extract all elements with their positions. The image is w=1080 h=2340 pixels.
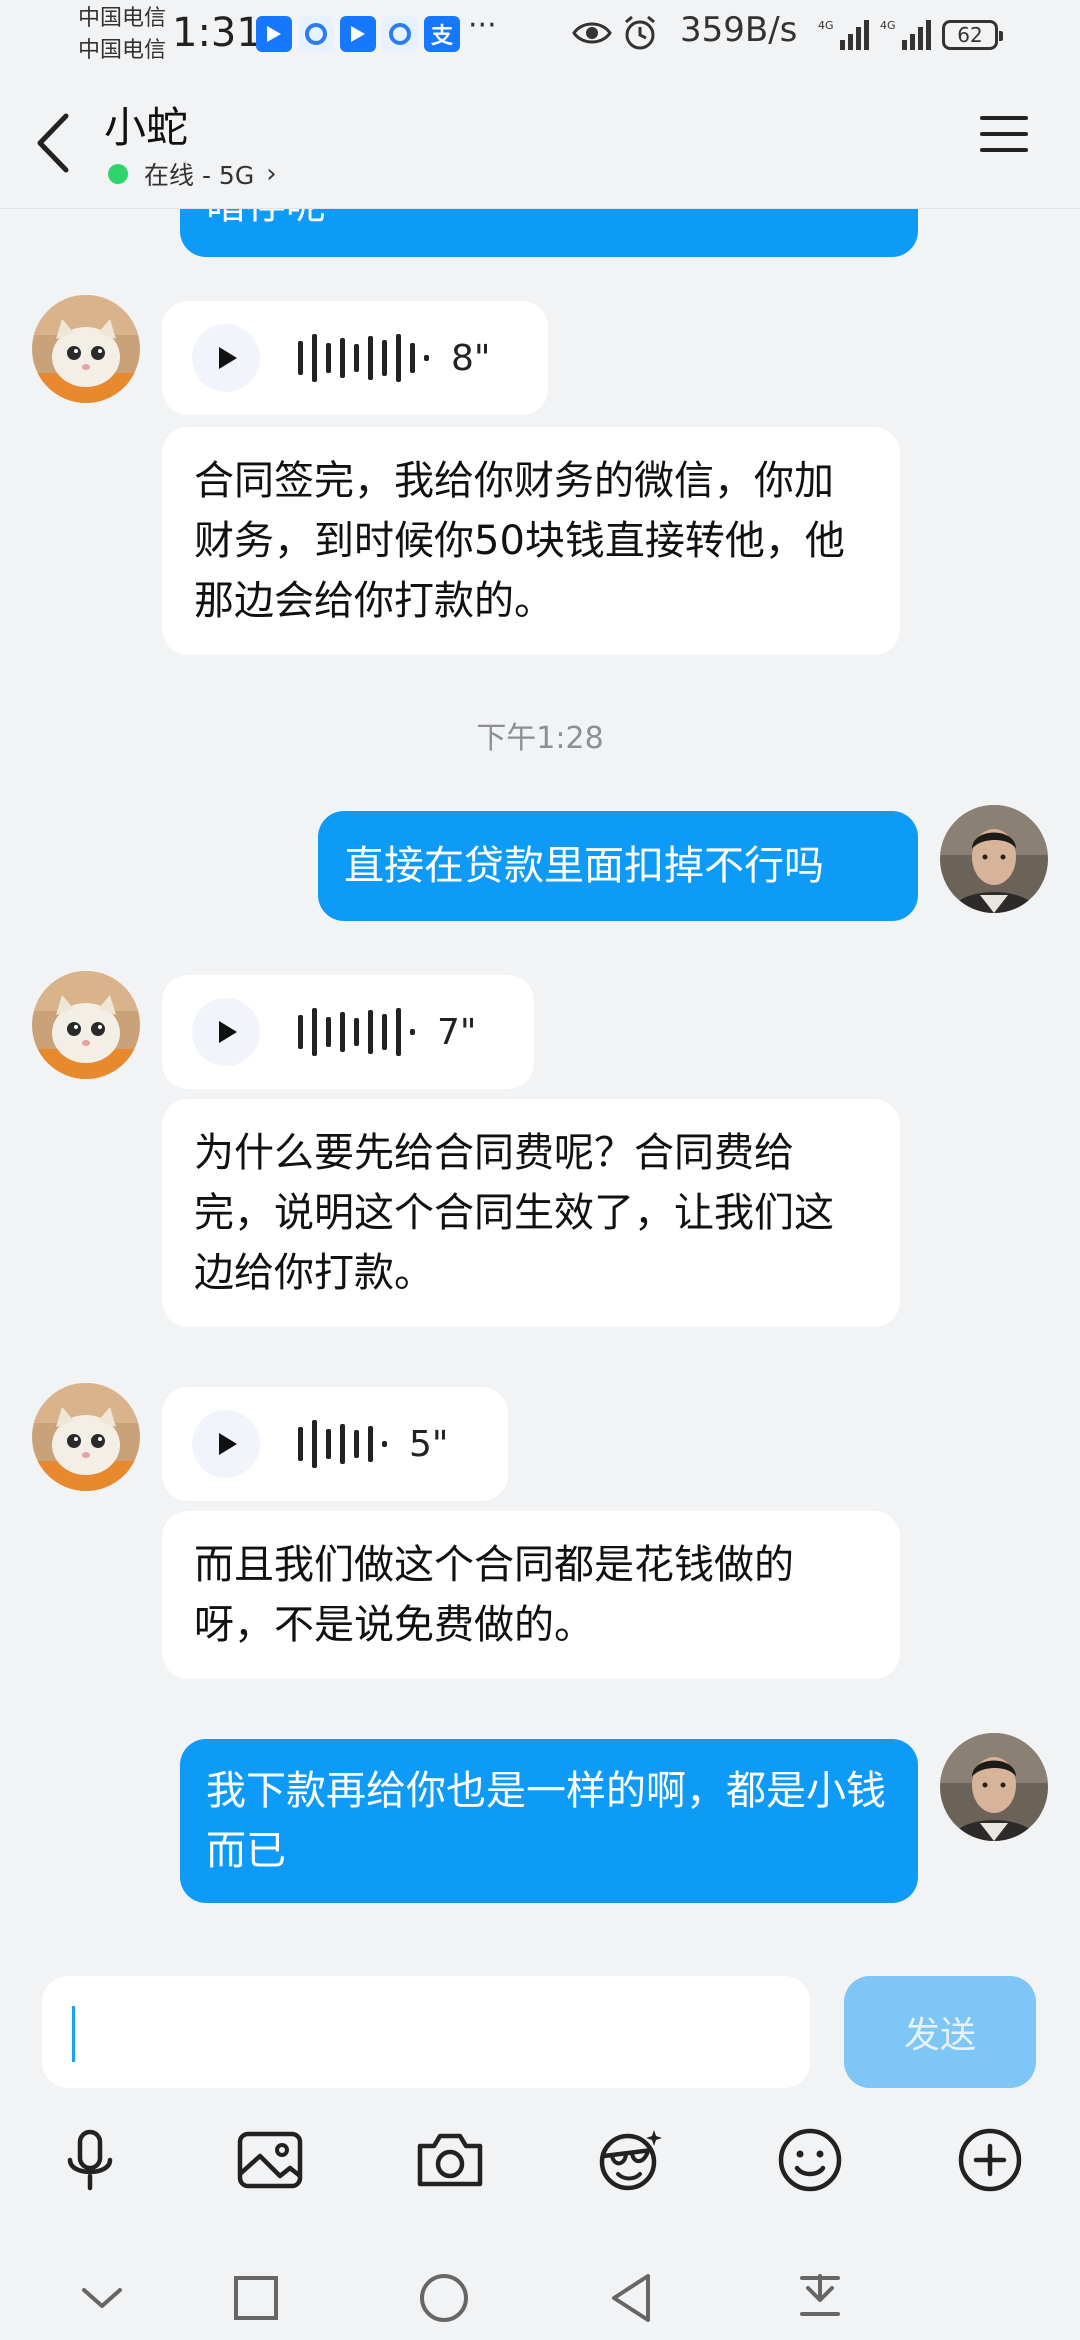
- sent-message-text: 直接在贷款里面扣掉不行吗: [344, 843, 824, 889]
- alipay-icon: 支: [424, 16, 460, 52]
- image-icon[interactable]: [230, 2120, 310, 2200]
- status-bar: 中国电信 中国电信 1:31 支 ··· 359B/s 4G 4G 62: [0, 0, 1080, 72]
- cat-avatar-image: [32, 1383, 140, 1491]
- more-notifications: ···: [468, 8, 497, 43]
- received-message-bubble[interactable]: 而且我们做这个合同都是花钱做的呀，不是说免费做的。: [162, 1511, 900, 1679]
- play-icon[interactable]: [192, 1410, 260, 1478]
- notification-pull-icon[interactable]: [790, 2268, 850, 2328]
- waveform-icon: [298, 1008, 415, 1056]
- voice-message[interactable]: 8": [162, 301, 548, 415]
- sent-message-bubble[interactable]: 暗存呢: [180, 209, 918, 257]
- maps-icon: [340, 16, 376, 52]
- message-timestamp: 下午1:28: [476, 721, 604, 756]
- contact-avatar[interactable]: [32, 971, 140, 1079]
- sent-message-bubble[interactable]: 我下款再给你也是一样的啊，都是小钱而已: [180, 1739, 918, 1903]
- battery-indicator: 62: [942, 20, 1003, 50]
- received-message-text: 为什么要先给合同费呢？合同费给完，说明这个合同生效了，让我们这边给你打款。: [194, 1130, 834, 1296]
- presence-label: 在线 - 5G: [144, 161, 255, 190]
- received-message-bubble[interactable]: 为什么要先给合同费呢？合同费给完，说明这个合同生效了，让我们这边给你打款。: [162, 1099, 900, 1327]
- message-list[interactable]: 暗存呢 8" 合同签完，我给你财务的微信，你加财务，到时候你50块钱直接转他，他…: [0, 209, 1080, 1961]
- status-time: 1:31: [172, 10, 262, 56]
- text-cursor: [72, 2006, 75, 2062]
- signal-4g-icon: 4G: [880, 19, 931, 50]
- svg-text:4G: 4G: [880, 19, 896, 32]
- play-icon[interactable]: [192, 998, 260, 1066]
- chat-header: 小蛇 在线 - 5G ›: [0, 72, 1080, 209]
- sent-message-text: 我下款再给你也是一样的啊，都是小钱而已: [206, 1768, 886, 1874]
- contact-avatar[interactable]: [32, 1383, 140, 1491]
- contact-avatar[interactable]: [32, 295, 140, 403]
- voice-message[interactable]: 5": [162, 1387, 508, 1501]
- signal-4g-icon: 4G: [818, 19, 869, 50]
- microphone-icon[interactable]: [50, 2120, 130, 2200]
- received-message-text: 而且我们做这个合同都是花钱做的呀，不是说免费做的。: [194, 1542, 794, 1648]
- sticker-icon[interactable]: [590, 2120, 670, 2200]
- back-nav-icon[interactable]: [602, 2268, 662, 2328]
- send-button[interactable]: 发送: [844, 1976, 1036, 2088]
- user-avatar-image: [940, 1733, 1048, 1841]
- net-speed: 359B/s: [680, 10, 798, 50]
- user-avatar-image: [940, 805, 1048, 913]
- voice-message[interactable]: 7": [162, 975, 534, 1089]
- message-input[interactable]: [42, 1976, 810, 2088]
- home-icon[interactable]: [414, 2268, 474, 2328]
- cat-avatar-image: [32, 971, 140, 1079]
- contact-name[interactable]: 小蛇: [104, 94, 188, 155]
- collapse-keyboard-icon[interactable]: [72, 2268, 132, 2328]
- back-arrow-icon[interactable]: [30, 108, 80, 178]
- camera-icon[interactable]: [410, 2120, 490, 2200]
- presence-status[interactable]: 在线 - 5G ›: [108, 156, 277, 192]
- recent-apps-icon[interactable]: [226, 2268, 286, 2328]
- play-icon[interactable]: [192, 324, 260, 392]
- online-dot: [108, 164, 128, 184]
- svg-text:4G: 4G: [818, 19, 834, 32]
- voice-duration: 5": [409, 1423, 449, 1465]
- menu-icon[interactable]: [978, 110, 1030, 158]
- composer: 发送: [0, 1962, 1080, 2340]
- emoji-icon[interactable]: [770, 2120, 850, 2200]
- received-message-text: 合同签完，我给你财务的微信，你加财务，到时候你50块钱直接转他，他那边会给你打款…: [194, 458, 845, 624]
- user-avatar[interactable]: [940, 805, 1048, 913]
- sent-message-bubble[interactable]: 直接在贷款里面扣掉不行吗: [318, 811, 918, 921]
- waveform-icon: [298, 1420, 387, 1468]
- cat-avatar-image: [32, 295, 140, 403]
- received-message-bubble[interactable]: 合同签完，我给你财务的微信，你加财务，到时候你50块钱直接转他，他那边会给你打款…: [162, 427, 900, 655]
- add-icon[interactable]: [950, 2120, 1030, 2200]
- alarm-icon: [625, 15, 655, 50]
- eye-icon: [572, 22, 612, 44]
- waveform-icon: [298, 334, 429, 382]
- sent-message-text: 暗存呢: [206, 209, 326, 228]
- voice-duration: 8": [451, 337, 491, 379]
- carrier-1: 中国电信: [78, 6, 167, 31]
- maps-icon: [256, 16, 292, 52]
- voice-duration: 7": [437, 1011, 477, 1053]
- carrier-2: 中国电信: [78, 38, 167, 63]
- chevron-right-icon: ›: [266, 159, 277, 189]
- browser-icon: [382, 16, 418, 52]
- user-avatar[interactable]: [940, 1733, 1048, 1841]
- browser-icon: [298, 16, 334, 52]
